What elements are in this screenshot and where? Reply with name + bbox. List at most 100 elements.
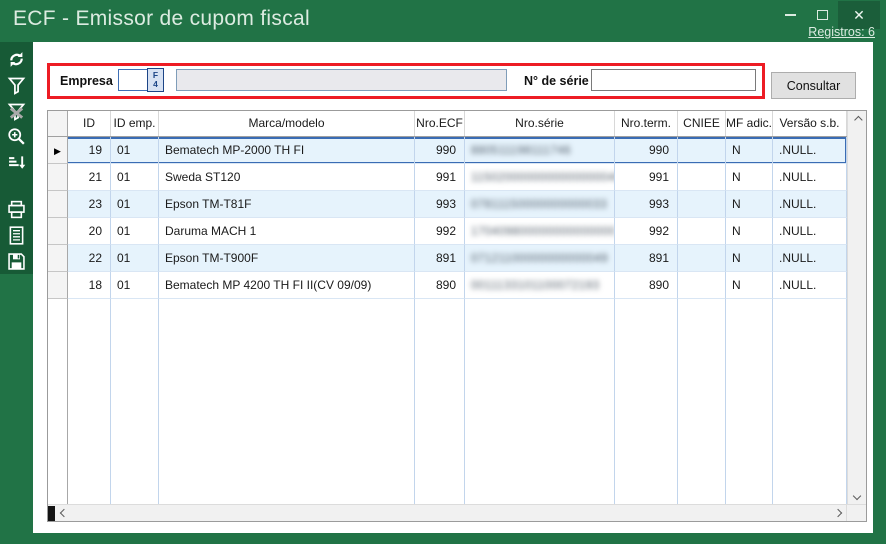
cell-mf[interactable]: N	[726, 245, 773, 272]
cell-cniee[interactable]	[678, 272, 726, 299]
clear-filter-button[interactable]	[0, 98, 33, 124]
cell-serie[interactable]: 170409800000000000000	[465, 218, 615, 245]
table-row[interactable]: 2201Epson TM-T900F8910712110000000000004…	[48, 245, 847, 272]
f4-lookup-button[interactable]: F4	[147, 68, 164, 92]
cell-marca[interactable]: Bematech MP-2000 TH FI	[159, 137, 415, 164]
cell-emp[interactable]: 01	[111, 191, 159, 218]
cell-cniee[interactable]	[678, 137, 726, 164]
cell-versao[interactable]: .NULL.	[773, 245, 847, 272]
cell-id[interactable]: 20	[68, 218, 111, 245]
cell-cniee[interactable]	[678, 245, 726, 272]
cell-versao[interactable]: .NULL.	[773, 164, 847, 191]
cell-versao[interactable]: .NULL.	[773, 137, 847, 164]
cell-ecf[interactable]: 891	[415, 245, 465, 272]
cell-marca[interactable]: Daruma MACH 1	[159, 218, 415, 245]
filter-button[interactable]	[0, 73, 33, 99]
scroll-right-button[interactable]	[829, 505, 846, 522]
cell-versao[interactable]: .NULL.	[773, 272, 847, 299]
cell-ecf[interactable]: 890	[415, 272, 465, 299]
column-header-serie[interactable]: Nro.série	[465, 111, 615, 136]
cell-ecf[interactable]: 992	[415, 218, 465, 245]
cell-value: Daruma MACH 1	[165, 224, 256, 238]
scroll-down-button[interactable]	[848, 487, 866, 504]
cell-term[interactable]: 992	[615, 218, 678, 245]
cell-term[interactable]: 991	[615, 164, 678, 191]
cell-cniee[interactable]	[678, 218, 726, 245]
cell-term[interactable]: 891	[615, 245, 678, 272]
column-header-versao[interactable]: Versão s.b.	[773, 111, 847, 136]
column-header-cniee[interactable]: CNIEE	[678, 111, 726, 136]
cell-emp[interactable]: 01	[111, 164, 159, 191]
cell-emp[interactable]: 01	[111, 218, 159, 245]
row-selector[interactable]	[48, 245, 68, 272]
horizontal-scroll-thumb[interactable]	[48, 506, 55, 521]
row-selector[interactable]	[48, 191, 68, 218]
table-row[interactable]: 2001 Daruma MACH 1 99217040980000000000000…	[48, 218, 847, 245]
cell-marca[interactable]: Epson TM-T81F	[159, 191, 415, 218]
cell-mf[interactable]: N	[726, 272, 773, 299]
cell-mf[interactable]: N	[726, 164, 773, 191]
vertical-scrollbar[interactable]	[847, 111, 866, 504]
print-button[interactable]	[0, 197, 33, 223]
column-header-emp[interactable]: ID emp.	[111, 111, 159, 136]
cell-versao[interactable]: .NULL.	[773, 218, 847, 245]
cell-cniee[interactable]	[678, 164, 726, 191]
scroll-left-button[interactable]	[55, 505, 72, 522]
report-button[interactable]	[0, 223, 33, 249]
row-selector[interactable]	[48, 272, 68, 299]
row-selector[interactable]	[48, 164, 68, 191]
nro-serie-input[interactable]	[591, 69, 756, 91]
cell-serie[interactable]: 07121100000000000049	[465, 245, 615, 272]
horizontal-scrollbar[interactable]	[48, 505, 846, 521]
cell-emp[interactable]: 01	[111, 272, 159, 299]
cell-serie[interactable]: 07811150000000000033	[465, 191, 615, 218]
empresa-code-input[interactable]	[118, 69, 148, 91]
cell-mf[interactable]: N	[726, 218, 773, 245]
cell-mf[interactable]: N	[726, 191, 773, 218]
row-selector[interactable]	[48, 218, 68, 245]
row-selector[interactable]: ▶	[48, 137, 68, 164]
cell-emp[interactable]: 01	[111, 137, 159, 164]
cell-mf[interactable]: N	[726, 137, 773, 164]
cell-term[interactable]: 990	[615, 137, 678, 164]
cell-marca[interactable]: Epson TM-T900F	[159, 245, 415, 272]
column-header-marca[interactable]: Marca/modelo	[159, 111, 415, 136]
minimize-button[interactable]	[774, 1, 806, 29]
zoom-button[interactable]	[0, 124, 33, 150]
cell-serie[interactable]: 880511198111746	[465, 137, 615, 164]
registros-link[interactable]: Registros: 6	[808, 25, 875, 39]
table-row[interactable]: 2101Sweda ST1209911150200000000000000046…	[48, 164, 847, 191]
cell-ecf[interactable]: 991	[415, 164, 465, 191]
consultar-button[interactable]: Consultar	[771, 72, 856, 99]
column-header-id[interactable]: ID	[68, 111, 111, 136]
cell-marca[interactable]: Sweda ST120	[159, 164, 415, 191]
cell-term[interactable]: 890	[615, 272, 678, 299]
cell-cniee[interactable]	[678, 191, 726, 218]
cell-ecf[interactable]: 990	[415, 137, 465, 164]
refresh-button[interactable]	[0, 47, 33, 73]
table-row[interactable]: ▶1901Bematech MP-2000 TH FI9908805111981…	[48, 137, 847, 164]
vertical-scroll-track[interactable]	[848, 128, 866, 487]
titlebar: ECF - Emissor de cupom fiscal ✕ Registro…	[0, 0, 886, 42]
save-button[interactable]	[0, 248, 33, 274]
cell-serie[interactable]: 1150200000000000000046	[465, 164, 615, 191]
column-header-term[interactable]: Nro.term.	[615, 111, 678, 136]
table-row[interactable]: 2301Epson TM-T81F99307811150000000000033…	[48, 191, 847, 218]
column-header-mf[interactable]: MF adic.	[726, 111, 773, 136]
cell-marca[interactable]: Bematech MP 4200 TH FI II(CV 09/09)	[159, 272, 415, 299]
nro-serie-label: N° de série	[524, 74, 589, 88]
cell-serie[interactable]: 0011133101100072193	[465, 272, 615, 299]
cell-emp[interactable]: 01	[111, 245, 159, 272]
scroll-up-button[interactable]	[848, 111, 866, 128]
cell-id[interactable]: 22	[68, 245, 111, 272]
cell-versao[interactable]: .NULL.	[773, 191, 847, 218]
cell-id[interactable]: 23	[68, 191, 111, 218]
cell-id[interactable]: 21	[68, 164, 111, 191]
sort-button[interactable]	[0, 150, 33, 176]
cell-id[interactable]: 19	[68, 137, 111, 164]
table-row[interactable]: 1801Bematech MP 4200 TH FI II(CV 09/09)8…	[48, 272, 847, 299]
cell-id[interactable]: 18	[68, 272, 111, 299]
cell-term[interactable]: 993	[615, 191, 678, 218]
cell-ecf[interactable]: 993	[415, 191, 465, 218]
column-header-ecf[interactable]: Nro.ECF	[415, 111, 465, 136]
